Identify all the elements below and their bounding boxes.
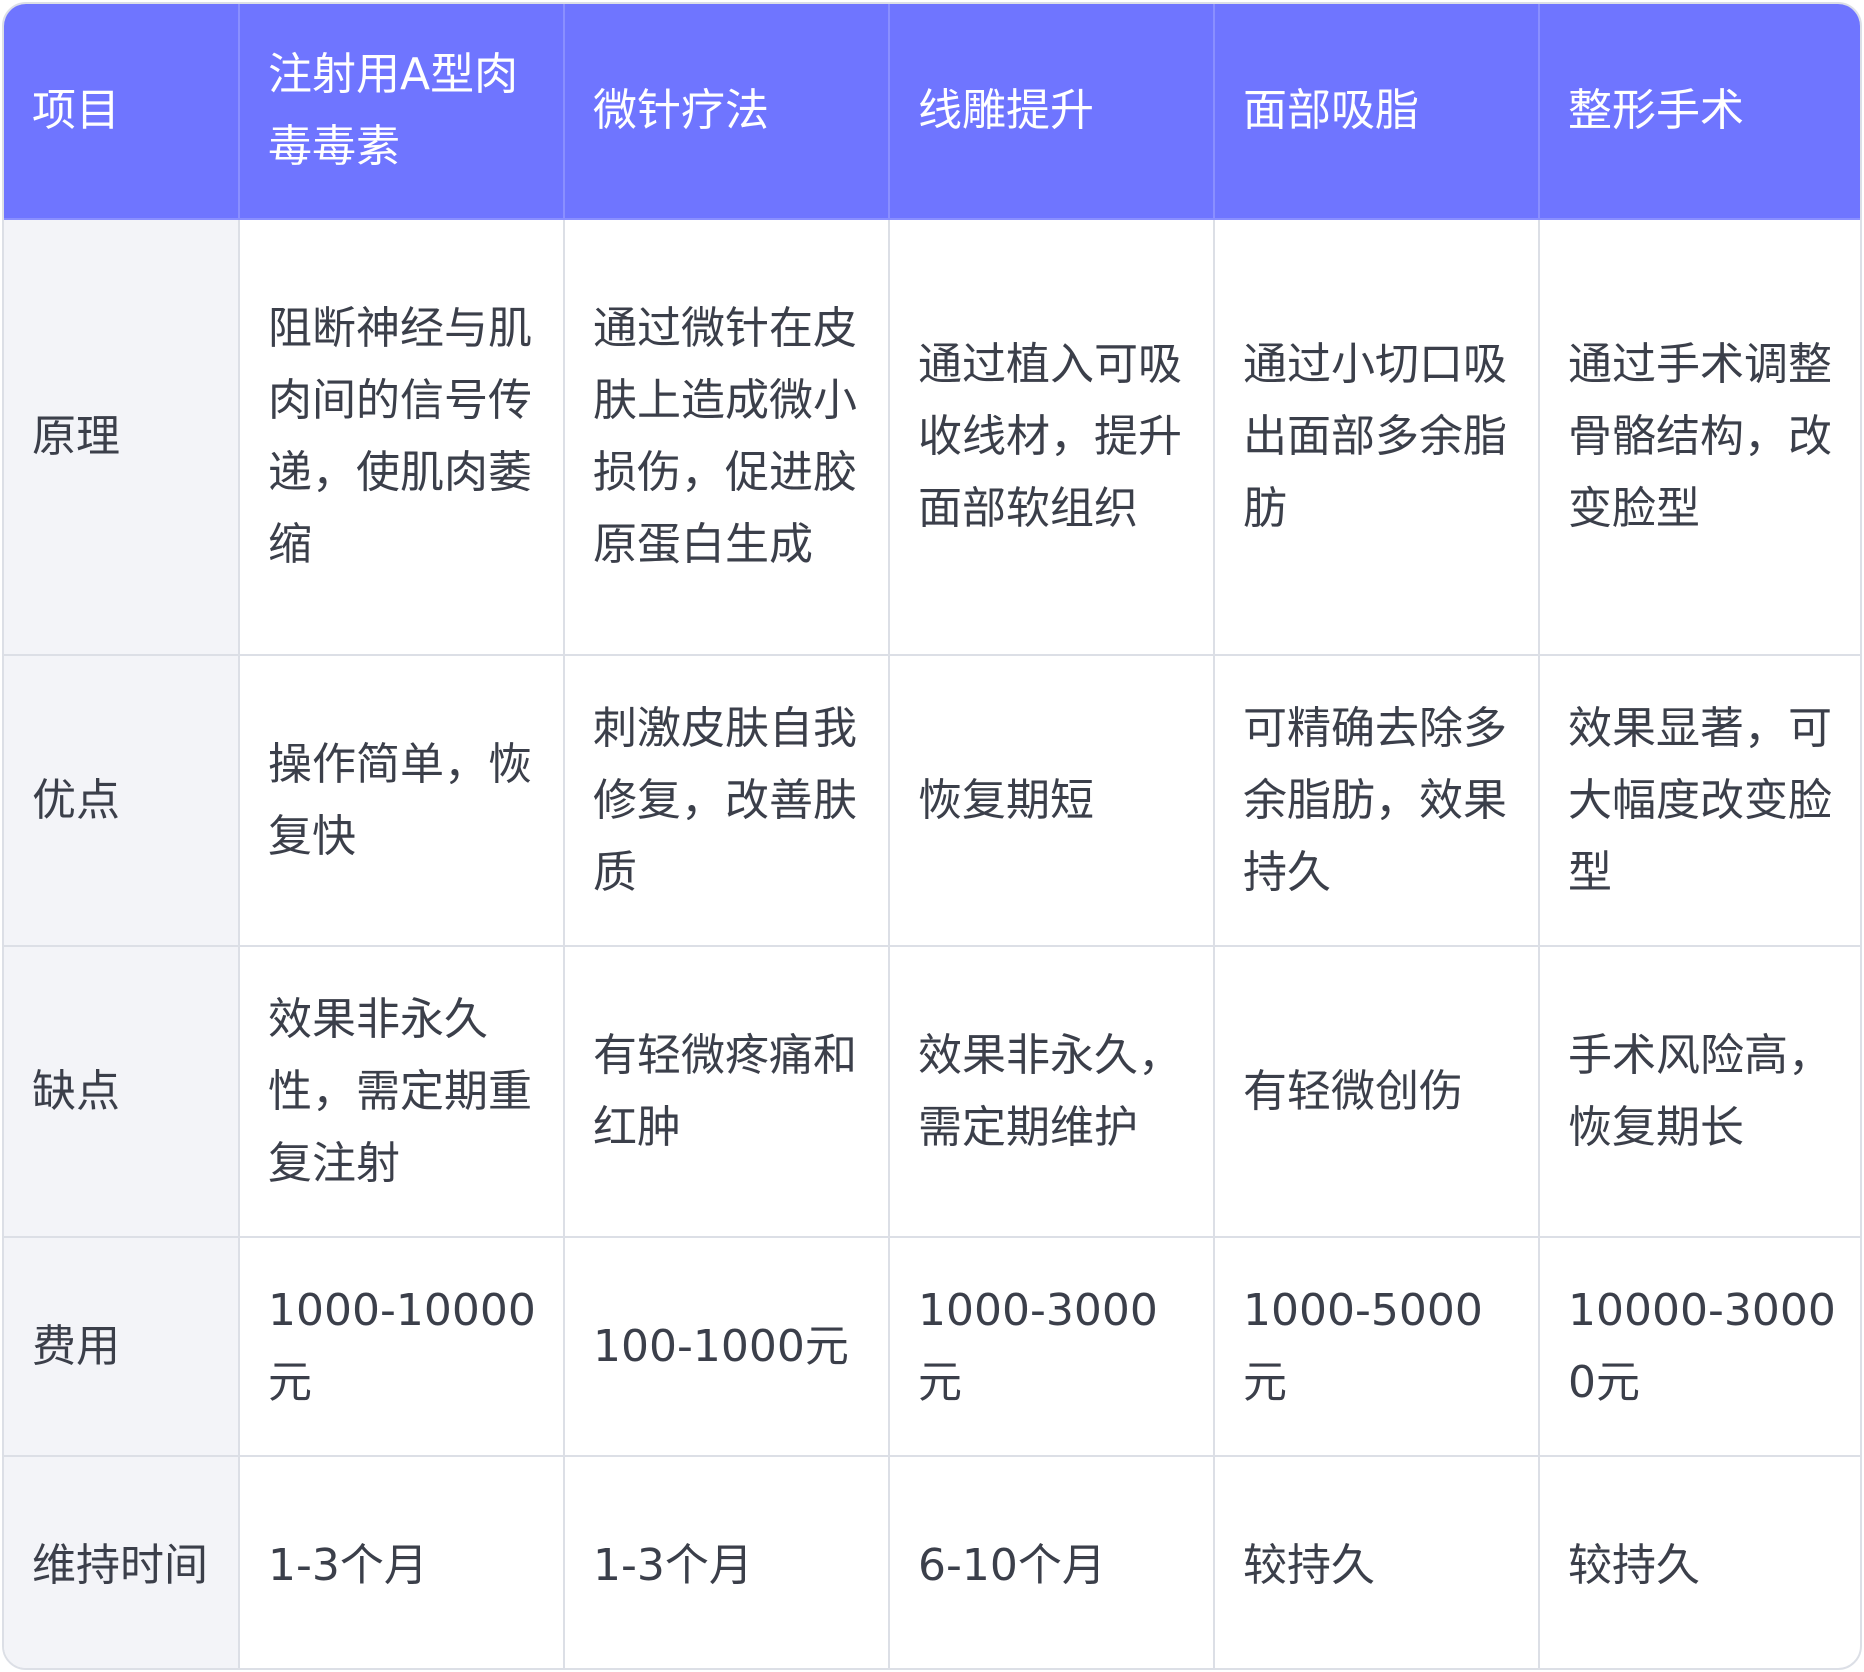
cell-text: 阻断神经与肌肉间的信号传递，使肌肉萎缩: [268, 303, 532, 570]
row-label-cell: 维持时间: [4, 1455, 240, 1668]
table-cell: 1000-5000元: [1213, 1236, 1540, 1457]
header-row: 项目 注射用A型肉毒毒素 微针疗法 线雕提升 面部吸脂 整形手术: [4, 4, 1860, 220]
cell-text: 手术风险高，恢复期长: [1568, 1029, 1832, 1153]
cell-text: 较持久: [1243, 1539, 1375, 1591]
cell-text: 1000-5000元: [1243, 1284, 1483, 1408]
row-label: 原理: [32, 411, 120, 462]
header-cell-facial-liposuction: 面部吸脂: [1213, 4, 1540, 220]
cell-text: 可精确去除多余脂肪，效果持久: [1243, 702, 1507, 898]
table-body: 原理 阻断神经与肌肉间的信号传递，使肌肉萎缩 通过微针在皮肤上造成微小损伤，促进…: [4, 218, 1860, 1668]
cell-text: 效果显著，可大幅度改变脸型: [1568, 702, 1832, 898]
cell-text: 10000-30000元: [1568, 1284, 1836, 1408]
table-cell: 通过手术调整骨骼结构，改变脸型: [1538, 218, 1860, 656]
table-cell: 6-10个月: [888, 1455, 1215, 1668]
table-cell: 通过微针在皮肤上造成微小损伤，促进胶原蛋白生成: [563, 218, 890, 656]
cell-text: 6-10个月: [918, 1539, 1106, 1591]
header-label: 微针疗法: [593, 85, 769, 136]
row-label-cell: 原理: [4, 218, 240, 656]
header-cell-botox: 注射用A型肉毒毒素: [238, 4, 565, 220]
table-cell: 较持久: [1213, 1455, 1540, 1668]
row-label: 缺点: [32, 1065, 120, 1117]
header-cell-thread-lift: 线雕提升: [888, 4, 1215, 220]
table-header: 项目 注射用A型肉毒毒素 微针疗法 线雕提升 面部吸脂 整形手术: [4, 4, 1860, 220]
table-cell: 1-3个月: [563, 1455, 890, 1668]
cell-text: 通过手术调整骨骼结构，改变脸型: [1568, 339, 1832, 534]
table-row-duration: 维持时间 1-3个月 1-3个月 6-10个月 较持久 较持久: [4, 1455, 1860, 1668]
row-label-cell: 优点: [4, 654, 240, 947]
table-row-cost: 费用 1000-10000元 100-1000元 1000-3000元 1000…: [4, 1236, 1860, 1457]
header-cell-plastic-surgery: 整形手术: [1538, 4, 1860, 220]
cell-text: 较持久: [1568, 1539, 1700, 1591]
cell-text: 有轻微创伤: [1243, 1065, 1463, 1117]
row-label-cell: 费用: [4, 1236, 240, 1457]
header-label: 整形手术: [1568, 85, 1744, 136]
cell-text: 1-3个月: [268, 1539, 428, 1591]
cell-text: 1000-3000元: [918, 1284, 1158, 1408]
row-label: 费用: [32, 1320, 120, 1372]
table-cell: 有轻微疼痛和红肿: [563, 945, 890, 1238]
table-cell: 100-1000元: [563, 1236, 890, 1457]
cell-text: 效果非永久性，需定期重复注射: [268, 993, 532, 1189]
header-label: 面部吸脂: [1243, 85, 1419, 136]
table-cell: 可精确去除多余脂肪，效果持久: [1213, 654, 1540, 947]
comparison-table: 项目 注射用A型肉毒毒素 微针疗法 线雕提升 面部吸脂 整形手术 原理 阻断神经…: [4, 4, 1860, 1668]
table-row-principle: 原理 阻断神经与肌肉间的信号传递，使肌肉萎缩 通过微针在皮肤上造成微小损伤，促进…: [4, 218, 1860, 656]
table-cell: 效果非永久性，需定期重复注射: [238, 945, 565, 1238]
cell-text: 通过植入可吸收线材，提升面部软组织: [918, 339, 1182, 534]
comparison-table-container: 项目 注射用A型肉毒毒素 微针疗法 线雕提升 面部吸脂 整形手术 原理 阻断神经…: [2, 2, 1862, 1670]
header-cell-microneedling: 微针疗法: [563, 4, 890, 220]
table-cell: 手术风险高，恢复期长: [1538, 945, 1860, 1238]
table-row-pros: 优点 操作简单，恢复快 刺激皮肤自我修复，改善肤质 恢复期短 可精确去除多余脂肪…: [4, 654, 1860, 947]
table-cell: 阻断神经与肌肉间的信号传递，使肌肉萎缩: [238, 218, 565, 656]
table-cell: 通过小切口吸出面部多余脂肪: [1213, 218, 1540, 656]
table-cell: 通过植入可吸收线材，提升面部软组织: [888, 218, 1215, 656]
table-cell: 1000-3000元: [888, 1236, 1215, 1457]
cell-text: 操作简单，恢复快: [268, 738, 532, 862]
table-cell: 1000-10000元: [238, 1236, 565, 1457]
table-cell: 较持久: [1538, 1455, 1860, 1668]
table-cell: 10000-30000元: [1538, 1236, 1860, 1457]
table-cell: 有轻微创伤: [1213, 945, 1540, 1238]
header-label: 线雕提升: [918, 85, 1094, 136]
cell-text: 刺激皮肤自我修复，改善肤质: [593, 702, 857, 898]
row-label: 维持时间: [32, 1539, 208, 1591]
table-cell: 1-3个月: [238, 1455, 565, 1668]
header-cell-item: 项目: [4, 4, 240, 220]
table-cell: 刺激皮肤自我修复，改善肤质: [563, 654, 890, 947]
header-label: 项目: [32, 85, 120, 136]
cell-text: 通过微针在皮肤上造成微小损伤，促进胶原蛋白生成: [593, 303, 857, 570]
table-cell: 效果显著，可大幅度改变脸型: [1538, 654, 1860, 947]
row-label-cell: 缺点: [4, 945, 240, 1238]
header-label: 注射用A型肉毒毒素: [268, 49, 519, 172]
cell-text: 通过小切口吸出面部多余脂肪: [1243, 339, 1507, 534]
cell-text: 效果非永久，需定期维护: [918, 1029, 1182, 1153]
cell-text: 100-1000元: [593, 1320, 849, 1372]
row-label: 优点: [32, 774, 120, 826]
cell-text: 1000-10000元: [268, 1284, 536, 1408]
table-cell: 效果非永久，需定期维护: [888, 945, 1215, 1238]
cell-text: 恢复期短: [918, 774, 1094, 826]
table-row-cons: 缺点 效果非永久性，需定期重复注射 有轻微疼痛和红肿 效果非永久，需定期维护 有…: [4, 945, 1860, 1238]
table-cell: 恢复期短: [888, 654, 1215, 947]
cell-text: 1-3个月: [593, 1539, 753, 1591]
cell-text: 有轻微疼痛和红肿: [593, 1029, 857, 1153]
table-cell: 操作简单，恢复快: [238, 654, 565, 947]
